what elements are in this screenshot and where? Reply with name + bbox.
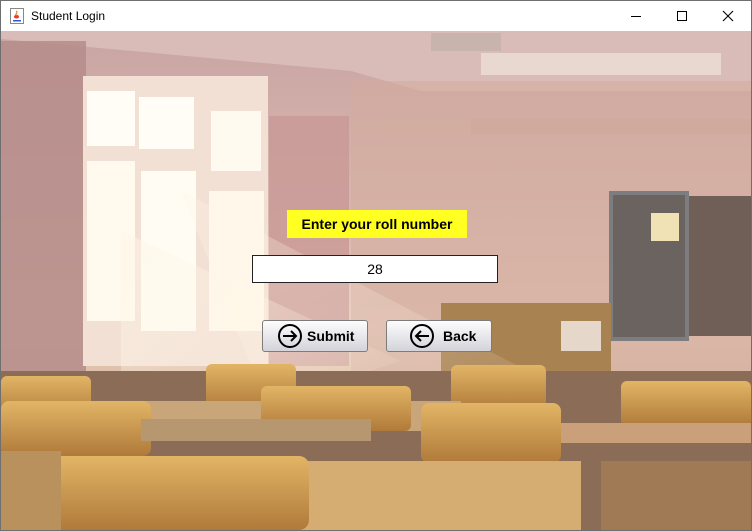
arrow-left-circle-icon bbox=[410, 324, 434, 348]
title-bar: Student Login bbox=[1, 1, 751, 31]
roll-number-input[interactable] bbox=[252, 255, 498, 283]
back-button-label: Back bbox=[443, 328, 477, 344]
student-login-window: Student Login Enter your roll number 28 … bbox=[0, 0, 752, 531]
submit-button[interactable]: Submit bbox=[262, 320, 368, 352]
roll-number-prompt-label: Enter your roll number bbox=[287, 210, 467, 238]
minimize-button[interactable] bbox=[613, 1, 659, 31]
back-button[interactable]: Back bbox=[386, 320, 492, 352]
maximize-icon bbox=[677, 11, 687, 21]
close-icon bbox=[722, 10, 734, 22]
minimize-icon bbox=[631, 16, 641, 17]
java-app-icon bbox=[10, 8, 24, 24]
arrow-right-circle-icon bbox=[278, 324, 302, 348]
maximize-button[interactable] bbox=[659, 1, 705, 31]
content-panel: Enter your roll number Submit Back bbox=[1, 31, 751, 530]
window-title: Student Login bbox=[31, 9, 106, 23]
submit-button-label: Submit bbox=[307, 328, 355, 344]
close-button[interactable] bbox=[705, 1, 751, 31]
